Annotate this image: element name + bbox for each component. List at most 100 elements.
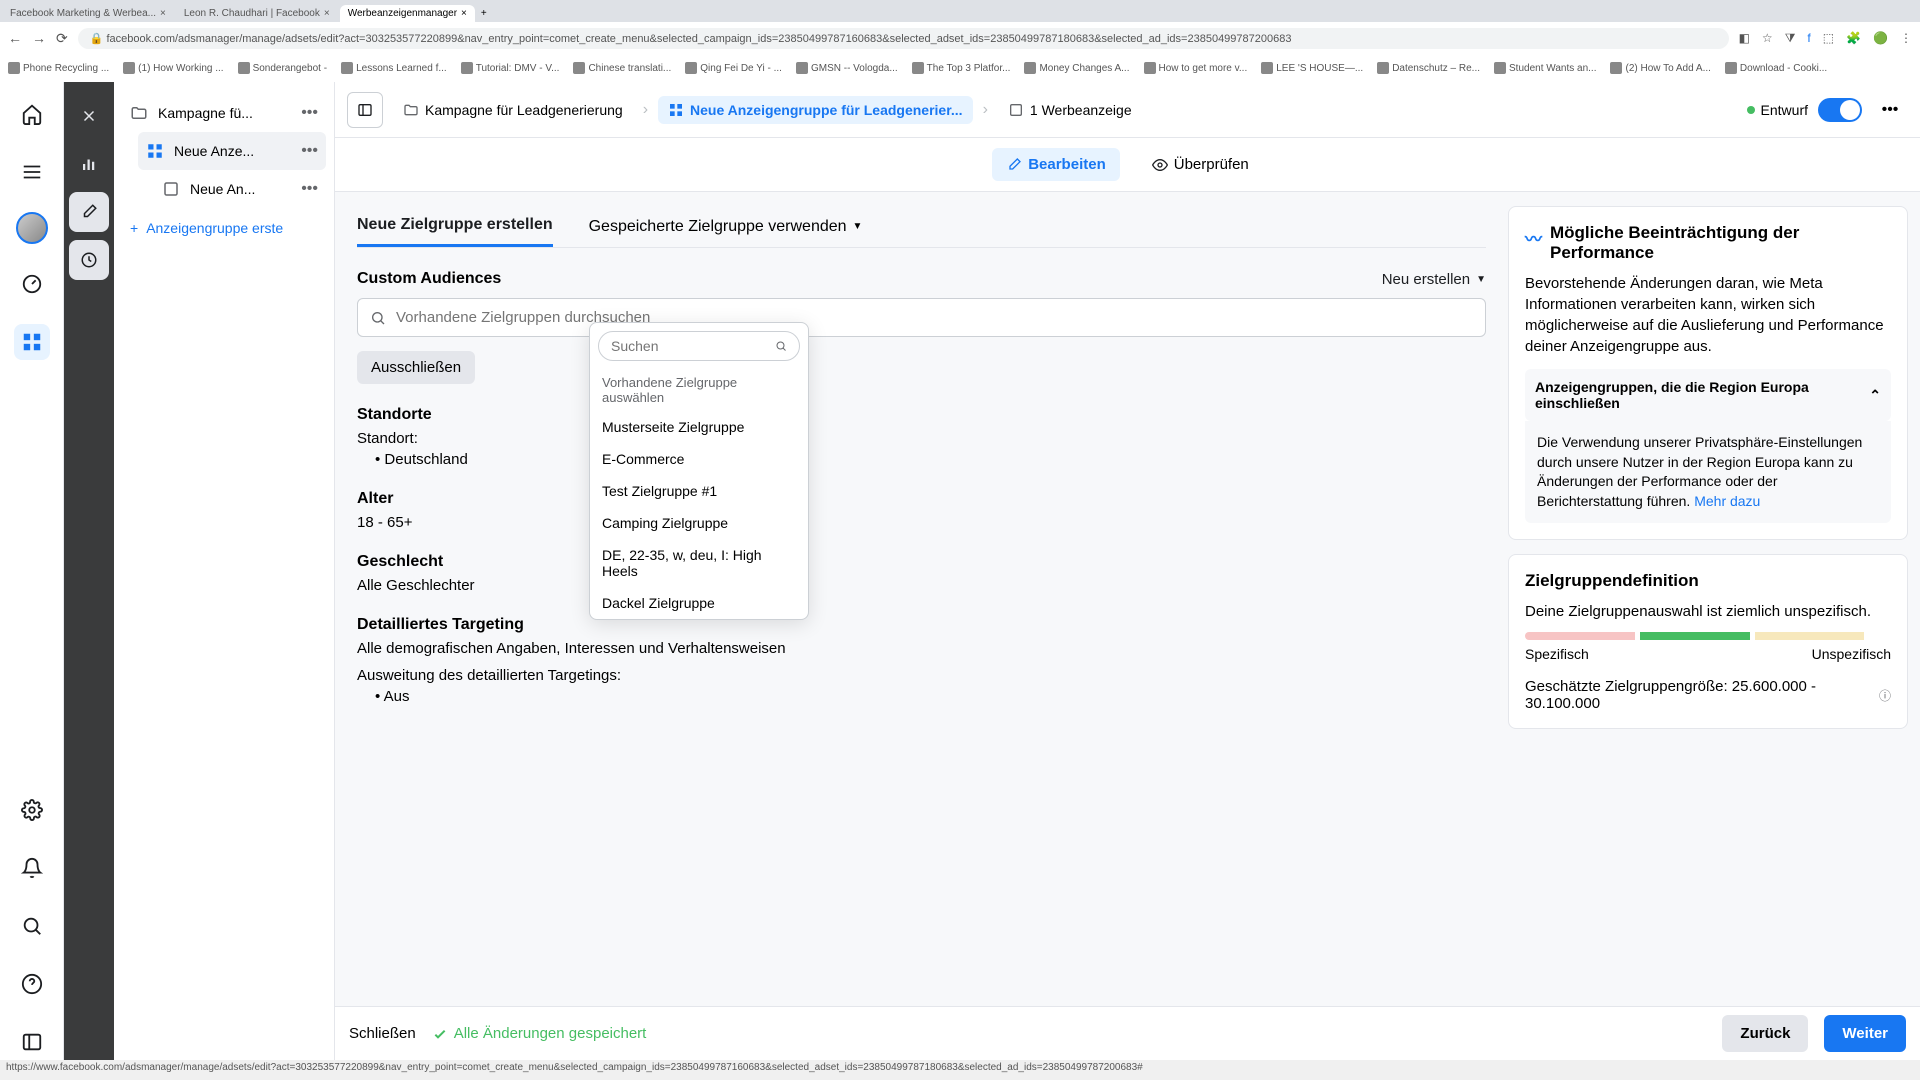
dropdown-search-input[interactable] xyxy=(598,331,800,361)
bookmark-item[interactable]: How to get more v... xyxy=(1144,62,1248,74)
new-audience-button[interactable]: Neu erstellen ▼ xyxy=(1382,271,1486,288)
exclude-button[interactable]: Ausschließen xyxy=(357,351,475,384)
bookmark-item[interactable]: Tutorial: DMV - V... xyxy=(461,62,560,74)
crumb-adset[interactable]: Neue Anzeigengruppe für Leadgenerier... xyxy=(658,96,973,124)
grid-icon[interactable] xyxy=(14,324,50,360)
bookmark-item[interactable]: Money Changes A... xyxy=(1024,62,1129,74)
active-toggle[interactable] xyxy=(1818,98,1862,122)
more-icon[interactable]: ••• xyxy=(301,142,318,160)
browser-tab[interactable]: Leon R. Chaudhari | Facebook × xyxy=(176,5,338,22)
crumb-campaign[interactable]: Kampagne für Leadgenerierung xyxy=(393,96,633,124)
dropdown-item[interactable]: Dackel Zielgruppe xyxy=(590,587,808,619)
more-icon[interactable]: ••• xyxy=(301,104,318,122)
europe-collapsible-head[interactable]: Anzeigengruppen, die die Region Europa e… xyxy=(1525,369,1891,421)
tree-campaign[interactable]: Kampagne fü... ••• xyxy=(122,94,326,132)
avatar-icon[interactable]: 🟢 xyxy=(1873,31,1888,46)
bookmark-item[interactable]: LEE 'S HOUSE—... xyxy=(1261,62,1363,74)
menu-icon[interactable] xyxy=(14,154,50,190)
forward-icon[interactable]: → xyxy=(32,30,46,46)
next-button[interactable]: Weiter xyxy=(1824,1015,1906,1052)
back-icon[interactable]: ← xyxy=(8,30,22,46)
bell-icon[interactable] xyxy=(14,850,50,886)
chart-icon[interactable] xyxy=(69,144,109,184)
tab-edit[interactable]: Bearbeiten xyxy=(992,148,1120,181)
bookmark-item[interactable]: (2) How To Add A... xyxy=(1610,62,1710,74)
gauge-icon[interactable] xyxy=(14,266,50,302)
new-tab-button[interactable]: + xyxy=(475,5,493,22)
audience-search-input[interactable] xyxy=(357,298,1486,337)
bookmark-item[interactable]: GMSN -- Vologda... xyxy=(796,62,898,74)
folder-icon xyxy=(403,102,419,118)
more-icon[interactable]: ••• xyxy=(301,180,318,198)
dropdown-item[interactable]: Camping Zielgruppe xyxy=(590,507,808,539)
dropdown-item[interactable]: Test Zielgruppe #1 xyxy=(590,475,808,507)
extension-icon[interactable]: ⬚ xyxy=(1823,31,1834,46)
reload-icon[interactable]: ⟳ xyxy=(56,30,68,47)
home-icon[interactable] xyxy=(14,96,50,132)
bookmarks-bar: Phone Recycling ... (1) How Working ... … xyxy=(0,54,1920,82)
dropdown-item[interactable]: E-Commerce xyxy=(590,443,808,475)
bookmark-item[interactable]: Download - Cooki... xyxy=(1725,62,1827,74)
extension-icon[interactable]: 🧩 xyxy=(1846,31,1861,46)
close-icon[interactable]: × xyxy=(461,8,467,19)
browser-tab[interactable]: Facebook Marketing & Werbea... × xyxy=(2,5,174,22)
add-adset-button[interactable]: + Anzeigengruppe erste xyxy=(122,208,326,248)
bookmark-item[interactable]: Phone Recycling ... xyxy=(8,62,109,74)
tree-ad[interactable]: Neue An... ••• xyxy=(154,170,326,208)
left-nav-rail xyxy=(0,82,64,1060)
dropdown-item[interactable]: DE, 22-35, w, deu, I: High Heels xyxy=(590,539,808,587)
tab-review[interactable]: Überprüfen xyxy=(1138,148,1263,181)
chevron-right-icon: › xyxy=(643,101,648,119)
back-button[interactable]: Zurück xyxy=(1722,1015,1808,1052)
close-icon[interactable]: × xyxy=(160,8,166,19)
gear-icon[interactable] xyxy=(14,792,50,828)
pencil-icon xyxy=(1006,157,1022,173)
more-button[interactable]: ••• xyxy=(1872,92,1908,128)
bookmark-item[interactable]: Datenschutz – Re... xyxy=(1377,62,1480,74)
chevron-down-icon: ▼ xyxy=(853,221,863,232)
edit-icon[interactable] xyxy=(69,192,109,232)
extension-icon[interactable]: ⧩ xyxy=(1785,31,1796,46)
close-icon[interactable]: × xyxy=(324,8,330,19)
close-button[interactable]: Schließen xyxy=(349,1025,416,1042)
url-input[interactable]: 🔒 facebook.com/adsmanager/manage/adsets/… xyxy=(78,28,1729,49)
lock-icon: 🔒 xyxy=(90,33,104,45)
address-bar: ← → ⟳ 🔒 facebook.com/adsmanager/manage/a… xyxy=(0,22,1920,54)
collapse-icon[interactable] xyxy=(14,1024,50,1060)
status-dot-icon xyxy=(1747,106,1755,114)
browser-tab[interactable]: Werbeanzeigenmanager × xyxy=(340,5,475,22)
help-icon[interactable] xyxy=(14,966,50,1002)
grid-icon xyxy=(668,102,684,118)
bookmark-item[interactable]: Sonderangebot - xyxy=(238,62,328,74)
crumb-ad[interactable]: 1 Werbeanzeige xyxy=(998,96,1142,124)
panel-toggle-button[interactable] xyxy=(347,92,383,128)
history-icon[interactable] xyxy=(69,240,109,280)
avatar[interactable] xyxy=(16,212,48,244)
eye-icon xyxy=(1152,157,1168,173)
location-field: Standorte Standort: Deutschland xyxy=(357,406,1486,468)
bookmark-item[interactable]: Qing Fei De Yi - ... xyxy=(685,62,782,74)
extension-icon[interactable]: f xyxy=(1807,31,1810,46)
subtab-new-audience[interactable]: Neue Zielgruppe erstellen xyxy=(357,206,553,247)
bookmark-item[interactable]: Chinese translati... xyxy=(573,62,671,74)
ad-icon xyxy=(162,180,180,198)
menu-icon[interactable]: ⋮ xyxy=(1900,31,1912,46)
dropdown-item[interactable]: Musterseite Zielgruppe xyxy=(590,411,808,443)
browser-tabs: Facebook Marketing & Werbea... × Leon R.… xyxy=(0,0,1920,22)
bookmark-item[interactable]: Lessons Learned f... xyxy=(341,62,447,74)
info-icon[interactable]: ⓘ xyxy=(1879,687,1891,704)
subtab-saved-audience[interactable]: Gespeicherte Zielgruppe verwenden ▼ xyxy=(589,206,863,247)
estimated-size: Geschätzte Zielgruppengröße: 25.600.000 … xyxy=(1525,678,1891,712)
plus-icon: + xyxy=(130,220,138,236)
bookmark-item[interactable]: The Top 3 Platfor... xyxy=(912,62,1011,74)
tree-adset[interactable]: Neue Anze... ••• xyxy=(138,132,326,170)
bookmark-item[interactable]: (1) How Working ... xyxy=(123,62,223,74)
extension-icon[interactable]: ◧ xyxy=(1739,31,1750,46)
breadcrumb-header: Kampagne für Leadgenerierung › Neue Anze… xyxy=(335,82,1920,138)
audience-definition-card: Zielgruppendefinition Deine Zielgruppena… xyxy=(1508,554,1908,729)
search-icon[interactable] xyxy=(14,908,50,944)
bookmark-item[interactable]: Student Wants an... xyxy=(1494,62,1596,74)
extension-icon[interactable]: ☆ xyxy=(1762,31,1773,46)
more-link[interactable]: Mehr dazu xyxy=(1694,493,1760,509)
close-button[interactable] xyxy=(69,96,109,136)
